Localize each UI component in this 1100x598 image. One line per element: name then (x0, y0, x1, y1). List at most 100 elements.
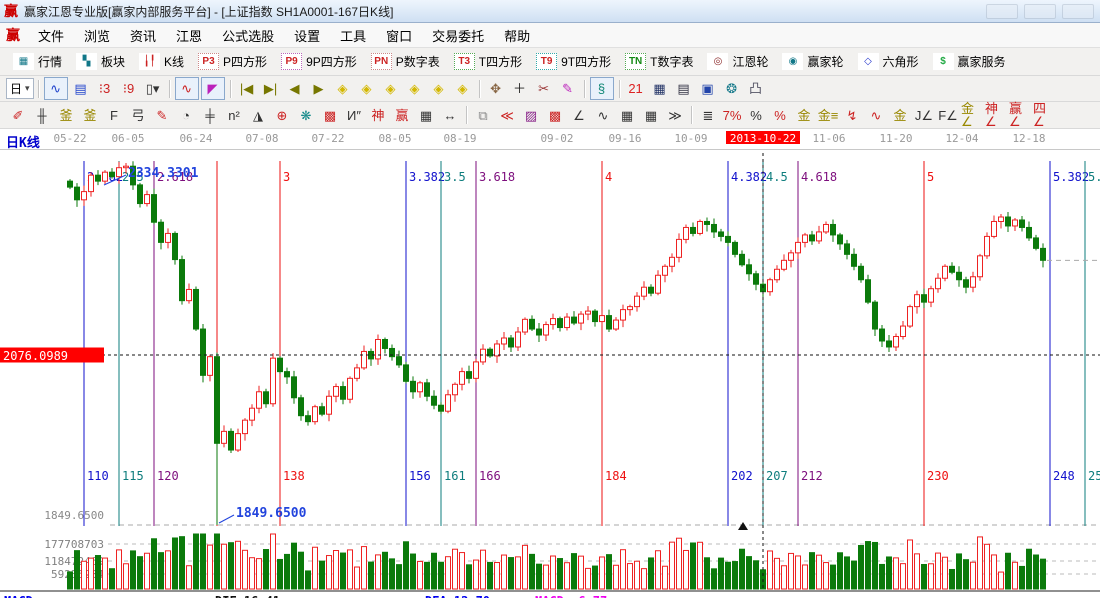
maximize-button[interactable] (1024, 4, 1056, 19)
j-angle-icon[interactable]: J∠ (913, 105, 935, 126)
gold-angle-icon[interactable]: 金∠ (961, 105, 983, 126)
pan-left-icon[interactable]: ◈ (332, 78, 354, 99)
next-bar-icon[interactable]: ▶ (308, 78, 330, 99)
toolbar-button-行情[interactable]: ▦行情 (6, 53, 69, 70)
flag-chart-icon[interactable]: ◤ (201, 77, 225, 100)
menu-item-帮助[interactable]: 帮助 (494, 24, 540, 47)
grid123-icon[interactable]: ▦ (415, 105, 437, 126)
period-dropdown[interactable]: 日 ▾ (6, 78, 34, 99)
percent7-icon[interactable]: 7% (721, 105, 743, 126)
arc-tool-icon[interactable]: 弓 (127, 105, 149, 126)
gann-web-icon[interactable]: ▩ (319, 105, 341, 126)
gold-gann-icon[interactable]: 釜 (55, 105, 77, 126)
wave-tool-icon[interactable]: ∿ (592, 105, 614, 126)
grid-tool-icon[interactable]: ╫ (31, 105, 53, 126)
menu-item-设置[interactable]: 设置 (284, 24, 330, 47)
expand-h-icon[interactable]: ◈ (380, 78, 402, 99)
wave-mark-icon[interactable]: И″ (343, 105, 365, 126)
save-icon[interactable]: ▣ (697, 78, 719, 99)
prev-bar-icon[interactable]: ◀ (284, 78, 306, 99)
toolbar-button-P数字表[interactable]: PNP数字表 (364, 53, 447, 70)
menu-item-资讯[interactable]: 资讯 (120, 24, 166, 47)
ying-angle-icon[interactable]: 赢∠ (1009, 105, 1031, 126)
draw-tool-icon[interactable]: ✎ (557, 78, 579, 99)
si-angle-icon[interactable]: 四∠ (1033, 105, 1055, 126)
menu-item-窗口[interactable]: 窗口 (376, 24, 422, 47)
slant-lines-icon[interactable]: ≫ (664, 105, 686, 126)
toolbar-button-赢家服务[interactable]: $赢家服务 (926, 53, 1013, 70)
fib-tool-icon[interactable]: F (103, 105, 125, 126)
toolbar-button-9T四方形[interactable]: T99T四方形 (529, 53, 618, 70)
trendline-tool-icon[interactable]: ∿ (44, 77, 68, 100)
cut-tool-icon[interactable]: ✂ (533, 78, 555, 99)
toolbar-button-9P四方形[interactable]: P99P四方形 (274, 53, 364, 70)
ying-tool-icon[interactable]: 赢 (391, 105, 413, 126)
weave-box-icon[interactable]: ▩ (544, 105, 566, 126)
gann-compass-icon[interactable]: ⊕ (271, 105, 293, 126)
indicator-icon[interactable]: § (590, 77, 614, 100)
compress-h-icon[interactable]: ◈ (404, 78, 426, 99)
printer-icon[interactable]: 凸 (745, 78, 767, 99)
candle (929, 289, 934, 302)
shen-tool-icon[interactable]: 神 (367, 105, 389, 126)
fan-box-icon[interactable]: ▨ (520, 105, 542, 126)
gold-gann2-icon[interactable]: 釜 (79, 105, 101, 126)
scale-bars-icon[interactable]: ≣ (697, 105, 719, 126)
crosshair-tool-icon[interactable]: ＋ (509, 78, 531, 99)
menu-item-浏览[interactable]: 浏览 (74, 24, 120, 47)
pen-tool-icon[interactable]: ✐ (7, 105, 29, 126)
menu-item-工具[interactable]: 工具 (330, 24, 376, 47)
pan-right-icon[interactable]: ◈ (356, 78, 378, 99)
percent-line-icon[interactable]: % (769, 105, 791, 126)
angle-fan-icon[interactable]: ∠ (568, 105, 590, 126)
toolbar-button-T四方形[interactable]: T3T四方形 (447, 53, 529, 70)
percent-icon[interactable]: % (745, 105, 767, 126)
calculator-icon[interactable]: ▦ (649, 78, 671, 99)
matrix2-icon[interactable]: ▦ (640, 105, 662, 126)
toolbar-button-T数字表[interactable]: TNT数字表 (618, 53, 700, 70)
shen-angle-icon[interactable]: 神∠ (985, 105, 1007, 126)
menu-item-交易委托[interactable]: 交易委托 (422, 24, 494, 47)
candle-style-icon[interactable]: ▯▾ (142, 78, 164, 99)
toolbar-button-赢家轮[interactable]: ◉赢家轮 (775, 53, 850, 70)
minimize-button[interactable] (986, 4, 1018, 19)
gold-underline-icon[interactable]: 金 (889, 105, 911, 126)
bars-3-icon[interactable]: ⁝3 (94, 78, 116, 99)
notes-icon[interactable]: ▤ (673, 78, 695, 99)
toolbar-button-P四方形[interactable]: P3P四方形 (191, 53, 274, 70)
gold-lines-icon[interactable]: 金≡ (817, 105, 839, 126)
box-tool-icon[interactable]: ⧉ (472, 105, 494, 126)
menu-item-公式选股[interactable]: 公式选股 (212, 24, 284, 47)
fit-screen-icon[interactable]: ◈ (452, 78, 474, 99)
menu-item-江恩[interactable]: 江恩 (166, 24, 212, 47)
chart-canvas[interactable]: 05-2206-0506-2407-0807-2208-0508-1909-02… (0, 129, 1100, 598)
toolbar-button-江恩轮[interactable]: ◎江恩轮 (700, 53, 775, 70)
zigzag-tool-icon[interactable]: ∿ (175, 77, 199, 100)
expand-all-icon[interactable]: ◈ (428, 78, 450, 99)
f-angle-icon[interactable]: F∠ (937, 105, 959, 126)
gold-circle-icon[interactable]: 金 (793, 105, 815, 126)
matrix-icon[interactable]: ▦ (616, 105, 638, 126)
hand-tool-icon[interactable]: ✥ (485, 78, 507, 99)
calendar-icon[interactable]: 21 (625, 78, 647, 99)
hspan-icon[interactable]: ↔ (439, 105, 461, 126)
fan-lines-icon[interactable]: ≪ (496, 105, 518, 126)
toolbar-button-K线[interactable]: ╽╿K线 (132, 53, 191, 70)
cycle-tool-icon[interactable]: ◔ (175, 105, 197, 126)
last-bar-icon[interactable]: ▶| (260, 78, 282, 99)
menu-item-文件[interactable]: 文件 (28, 24, 74, 47)
close-button[interactable] (1062, 4, 1094, 19)
gann-star-icon[interactable]: ❋ (295, 105, 317, 126)
toolbar-button-板块[interactable]: ▚板块 (69, 53, 132, 70)
angle-flag-icon[interactable]: ◮ (247, 105, 269, 126)
square-num-icon[interactable]: n² (223, 105, 245, 126)
red-wave-icon[interactable]: ∿ (865, 105, 887, 126)
bolt-pen-icon[interactable]: ↯ (841, 105, 863, 126)
marker-tool-icon[interactable]: ✎ (151, 105, 173, 126)
bars-9-icon[interactable]: ⁝9 (118, 78, 140, 99)
ruler-tool-icon[interactable]: ╪ (199, 105, 221, 126)
network-save-icon[interactable]: ❂ (721, 78, 743, 99)
toolbar-button-六角形[interactable]: ◇六角形 (851, 53, 926, 70)
list-icon[interactable]: ▤ (70, 78, 92, 99)
first-bar-icon[interactable]: |◀ (236, 78, 258, 99)
